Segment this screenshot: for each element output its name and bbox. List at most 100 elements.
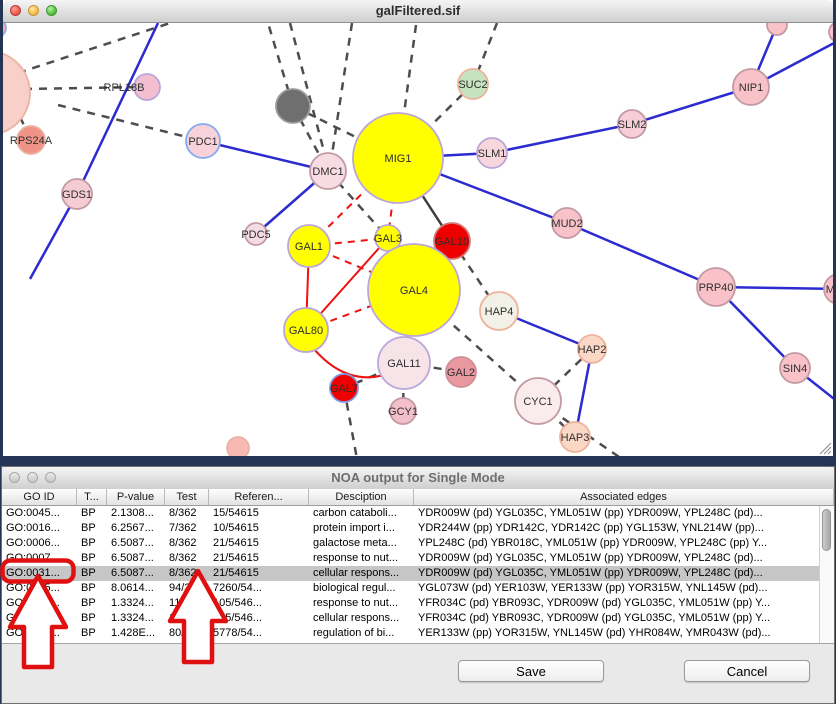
table-cell: 6.2567... bbox=[107, 521, 165, 536]
table-cell: BP bbox=[77, 536, 107, 551]
scrollbar-thumb[interactable] bbox=[822, 509, 831, 551]
table-cell: BP bbox=[77, 566, 107, 581]
table-cell: BP bbox=[77, 611, 107, 626]
table-cell: GO:0016... bbox=[2, 521, 77, 536]
node-label-GDS1: GDS1 bbox=[62, 189, 92, 201]
table-cell: 105/546... bbox=[209, 611, 309, 626]
table-cell: 1.428E... bbox=[107, 626, 165, 641]
graph-window-titlebar: galFiltered.sif bbox=[3, 0, 833, 23]
table-cell: GO:0031... bbox=[2, 566, 77, 581]
save-button[interactable]: Save bbox=[458, 660, 604, 682]
table-cell: 7/362 bbox=[165, 521, 209, 536]
table-cell: GO:0007... bbox=[2, 551, 77, 566]
table-cell: 8.0614... bbox=[107, 581, 165, 596]
node-label-NIP1: NIP1 bbox=[739, 82, 763, 94]
table-scrollbar[interactable] bbox=[819, 506, 834, 643]
table-cell: GO:0031... bbox=[2, 596, 77, 611]
table-cell: 8/362 bbox=[165, 566, 209, 581]
table-cell: GO:0065... bbox=[2, 581, 77, 596]
table-cell: response to nut... bbox=[309, 596, 414, 611]
table-row[interactable]: GO:0050...BP1.428E...80/3625778/54...reg… bbox=[2, 626, 834, 641]
table-cell: galactose meta... bbox=[309, 536, 414, 551]
results-table: GO IDT...P-valueTestReferen...Desciption… bbox=[2, 489, 834, 644]
network-svg: RPL18BRPS24AGDS1PDC1DMC1MIG1SUC2SLM1SLM2… bbox=[3, 23, 833, 456]
node-label-DMC1: DMC1 bbox=[312, 166, 343, 178]
table-row[interactable]: GO:0065...BP8.0614...94/3627260/54...bio… bbox=[2, 581, 834, 596]
minimize-button[interactable] bbox=[28, 5, 39, 16]
node-clipped-bottom[interactable] bbox=[227, 437, 249, 456]
zoom-button[interactable] bbox=[46, 5, 57, 16]
table-cell: 21/54615 bbox=[209, 536, 309, 551]
column-header-p-value[interactable]: P-value bbox=[107, 489, 165, 505]
node-clipped-far-right-top[interactable] bbox=[829, 23, 833, 42]
table-cell: BP bbox=[77, 626, 107, 641]
table-cell: YGL073W (pd) YER103W, YER133W (pp) YOR31… bbox=[414, 581, 834, 596]
table-cell: regulation of bi... bbox=[309, 626, 414, 641]
table-cell: GO:0031... bbox=[2, 611, 77, 626]
resize-grip-icon[interactable] bbox=[819, 442, 832, 455]
column-header-associated-edges[interactable]: Associated edges bbox=[414, 489, 834, 505]
node-clipped-big-left[interactable] bbox=[3, 51, 30, 135]
table-row[interactable]: GO:0045...BP2.1308...8/36215/54615carbon… bbox=[2, 506, 834, 521]
node-label-PDC1: PDC1 bbox=[188, 136, 217, 148]
table-cell: 8/362 bbox=[165, 506, 209, 521]
table-cell: YDR244W (pp) YDR142C, YDR142C (pp) YGL15… bbox=[414, 521, 834, 536]
table-cell: biological regul... bbox=[309, 581, 414, 596]
table-cell: 1.3324... bbox=[107, 596, 165, 611]
column-header-referen[interactable]: Referen... bbox=[209, 489, 309, 505]
node-label-SLM2: SLM2 bbox=[618, 119, 647, 131]
desktop: galFiltered.sif RPL18BRPS24AGDS1PDC1DMC1… bbox=[0, 0, 836, 704]
cancel-button[interactable]: Cancel bbox=[684, 660, 810, 682]
table-cell: 8/362 bbox=[165, 551, 209, 566]
table-cell: GO:0050... bbox=[2, 626, 77, 641]
node-label-HAP3: HAP3 bbox=[561, 432, 590, 444]
table-cell: BP bbox=[77, 581, 107, 596]
table-row[interactable]: GO:0031...BP1.3324...11/362105/546...res… bbox=[2, 596, 834, 611]
table-cell: 2.1308... bbox=[107, 506, 165, 521]
node-label-GAL10: GAL10 bbox=[435, 236, 469, 248]
node-label-MUD2: MUD2 bbox=[551, 218, 582, 230]
table-cell: 94/362 bbox=[165, 581, 209, 596]
traffic-lights-inactive bbox=[9, 472, 56, 483]
table-cell: GO:0006... bbox=[2, 536, 77, 551]
node-clipped-top-left[interactable] bbox=[3, 23, 6, 37]
column-header-test[interactable]: Test bbox=[165, 489, 209, 505]
table-row[interactable]: GO:0031...BP6.5087...8/36221/54615cellul… bbox=[2, 566, 834, 581]
table-cell: YFR034C (pd) YBR093C, YDR009W (pd) YGL03… bbox=[414, 596, 834, 611]
table-cell: BP bbox=[77, 506, 107, 521]
close-button[interactable] bbox=[10, 5, 21, 16]
node-label-GAL4: GAL4 bbox=[400, 285, 428, 297]
table-cell: 6.5087... bbox=[107, 536, 165, 551]
table-cell: BP bbox=[77, 521, 107, 536]
column-header-t[interactable]: T... bbox=[77, 489, 107, 505]
table-cell: 6.5087... bbox=[107, 566, 165, 581]
node-clipped-top-right[interactable] bbox=[767, 23, 787, 35]
minimize-button-inactive[interactable] bbox=[27, 472, 38, 483]
node-label-GAL1: GAL1 bbox=[295, 241, 323, 253]
node-unnamed-gray[interactable] bbox=[276, 89, 310, 123]
node-label-GAL2: GAL2 bbox=[447, 367, 475, 379]
table-cell: YDR009W (pd) YGL035C, YML051W (pp) YDR00… bbox=[414, 551, 834, 566]
zoom-button-inactive[interactable] bbox=[45, 472, 56, 483]
table-cell: 11/362 bbox=[165, 611, 209, 626]
node-label-GCY1: GCY1 bbox=[388, 406, 418, 418]
close-button-inactive[interactable] bbox=[9, 472, 20, 483]
edge-blue bbox=[567, 223, 716, 287]
node-label-MIG1: MIG1 bbox=[385, 153, 412, 165]
table-cell: protein import i... bbox=[309, 521, 414, 536]
table-row[interactable]: GO:0006...BP6.5087...8/36221/54615galact… bbox=[2, 536, 834, 551]
node-label-PRP40: PRP40 bbox=[699, 282, 734, 294]
table-row[interactable]: GO:0007...BP6.5087...8/36221/54615respon… bbox=[2, 551, 834, 566]
table-cell: cellular respons... bbox=[309, 566, 414, 581]
table-cell: 8/362 bbox=[165, 536, 209, 551]
column-header-go-id[interactable]: GO ID bbox=[2, 489, 77, 505]
node-label-MSN5: MSN5 bbox=[826, 284, 833, 296]
network-canvas: RPL18BRPS24AGDS1PDC1DMC1MIG1SUC2SLM1SLM2… bbox=[3, 23, 833, 456]
noa-window-title: NOA output for Single Mode bbox=[2, 467, 834, 489]
table-cell: 105/546... bbox=[209, 596, 309, 611]
table-row[interactable]: GO:0016...BP6.2567...7/36210/54615protei… bbox=[2, 521, 834, 536]
node-label-RPL18B: RPL18B bbox=[104, 82, 145, 94]
table-row[interactable]: GO:0031...BP1.3324...11/362105/546...cel… bbox=[2, 611, 834, 626]
column-header-desciption[interactable]: Desciption bbox=[309, 489, 414, 505]
table-cell: response to nut... bbox=[309, 551, 414, 566]
